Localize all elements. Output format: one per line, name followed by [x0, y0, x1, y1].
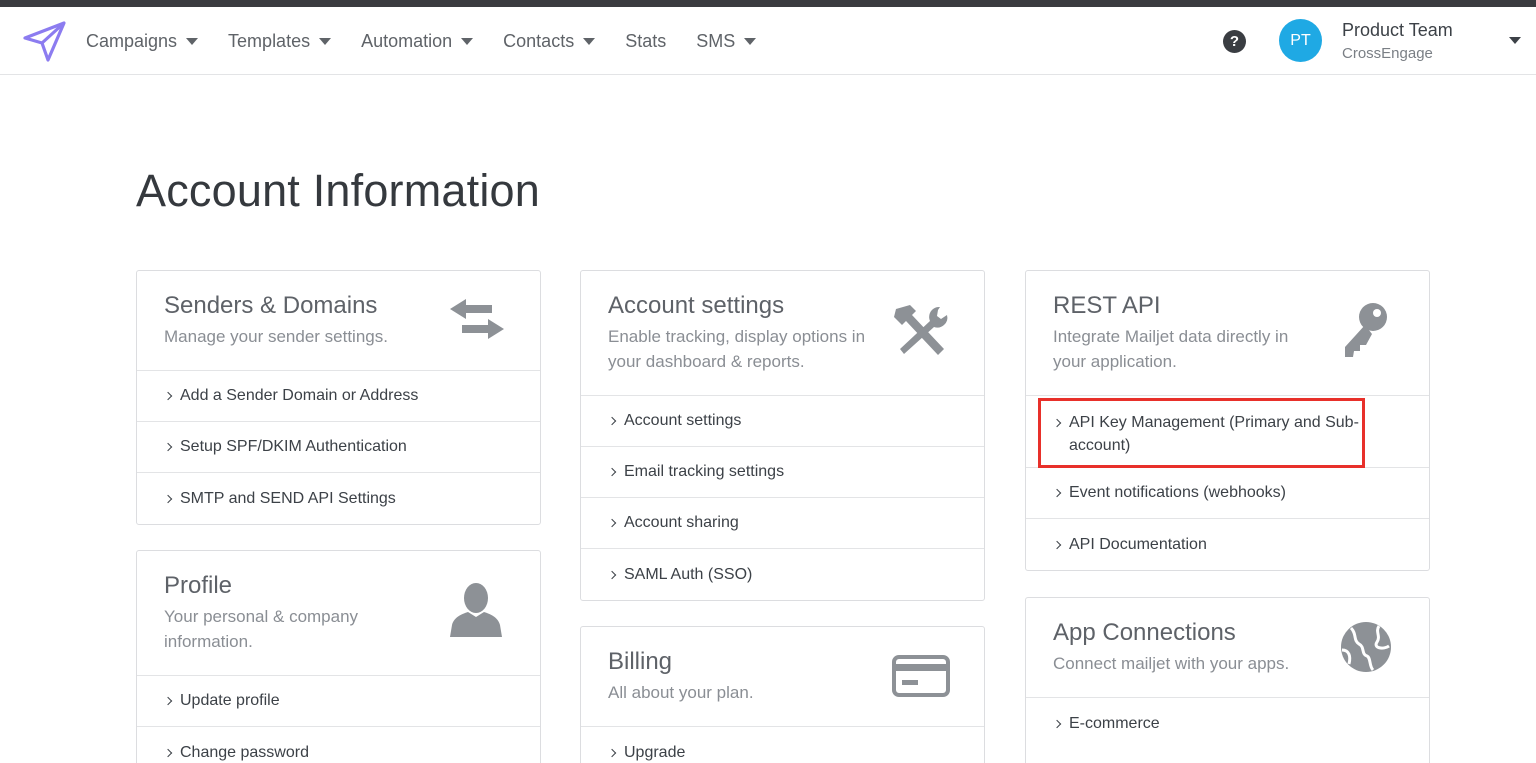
link-change-password[interactable]: Change password	[137, 727, 540, 763]
link-label: Change password	[180, 743, 309, 761]
nav-contacts-label: Contacts	[503, 30, 575, 51]
link-account-settings[interactable]: Account settings	[581, 396, 984, 447]
user-org: CrossEngage	[1342, 45, 1433, 62]
nav-sms[interactable]: SMS	[696, 30, 757, 52]
chevron-down-icon	[461, 37, 474, 45]
link-smtp-send-api[interactable]: SMTP and SEND API Settings	[137, 473, 540, 524]
nav-sms-label: SMS	[696, 30, 736, 51]
top-strip	[0, 0, 1536, 7]
card-profile: Profile Your personal & company informat…	[136, 550, 541, 763]
link-label: Account sharing	[624, 514, 739, 531]
link-label: SMTP and SEND API Settings	[180, 489, 396, 507]
link-update-profile[interactable]: Update profile	[137, 676, 540, 727]
card-senders-domains: Senders & Domains Manage your sender set…	[136, 270, 541, 525]
key-icon	[1345, 303, 1387, 357]
user-name[interactable]: Product Team	[1342, 20, 1453, 41]
nav-stats[interactable]: Stats	[625, 31, 666, 52]
card-header: Senders & Domains Manage your sender set…	[137, 271, 540, 371]
link-email-tracking[interactable]: Email tracking settings	[581, 447, 984, 498]
user-silhouette-icon	[450, 583, 502, 637]
link-label: Update profile	[180, 692, 280, 709]
link-label: Account settings	[624, 412, 742, 429]
page-title: Account Information	[136, 165, 541, 216]
main-nav: Campaigns Templates Automation Contacts …	[86, 7, 786, 75]
link-saml-auth[interactable]: SAML Auth (SSO)	[581, 549, 984, 600]
chevron-down-icon	[583, 37, 596, 45]
nav-automation-label: Automation	[361, 30, 453, 51]
card-header: Billing All about your plan.	[581, 627, 984, 727]
card-billing: Billing All about your plan. Upgrade	[580, 626, 985, 763]
user-menu-chevron-icon[interactable]	[1509, 37, 1521, 44]
globe-icon	[1341, 622, 1391, 672]
link-event-notifications[interactable]: Event notifications (webhooks)	[1026, 468, 1429, 519]
transfer-arrows-icon	[450, 299, 504, 339]
link-label: API Documentation	[1069, 535, 1207, 553]
nav-templates[interactable]: Templates	[228, 30, 332, 52]
avatar[interactable]: PT	[1279, 19, 1322, 62]
link-upgrade[interactable]: Upgrade	[581, 727, 984, 763]
card-description: Integrate Mailjet data directly in your …	[1053, 327, 1289, 371]
link-label: API Key Management (Primary and Sub-acco…	[1069, 414, 1359, 454]
card-header: App Connections Connect mailjet with you…	[1026, 598, 1429, 698]
card-header: REST API Integrate Mailjet data directly…	[1026, 271, 1429, 396]
card-app-connections: App Connections Connect mailjet with you…	[1025, 597, 1430, 763]
nav-contacts[interactable]: Contacts	[503, 30, 596, 52]
link-label: E-commerce	[1069, 714, 1160, 732]
link-label: Event notifications (webhooks)	[1069, 484, 1286, 501]
card-description: All about your plan.	[608, 683, 754, 702]
link-label: Upgrade	[624, 743, 686, 761]
card-account-settings: Account settings Enable tracking, displa…	[580, 270, 985, 601]
chevron-down-icon	[319, 37, 332, 45]
help-icon[interactable]: ?	[1223, 30, 1246, 53]
mailjet-logo-icon[interactable]	[22, 19, 66, 63]
nav-campaigns[interactable]: Campaigns	[86, 30, 199, 52]
link-label: SAML Auth (SSO)	[624, 565, 753, 583]
card-header: Account settings Enable tracking, displa…	[581, 271, 984, 396]
card-description: Manage your sender settings.	[164, 327, 388, 346]
link-label: Add a Sender Domain or Address	[180, 387, 419, 404]
link-add-sender-domain[interactable]: Add a Sender Domain or Address	[137, 371, 540, 422]
link-api-key-management[interactable]: API Key Management (Primary and Sub-acco…	[1026, 396, 1429, 468]
link-label: Email tracking settings	[624, 463, 785, 480]
nav-stats-label: Stats	[625, 30, 667, 51]
card-description: Enable tracking, display options in your…	[608, 327, 866, 371]
top-navbar: Campaigns Templates Automation Contacts …	[0, 7, 1536, 75]
card-description: Connect mailjet with your apps.	[1053, 654, 1290, 673]
link-api-documentation[interactable]: API Documentation	[1026, 519, 1429, 570]
credit-card-icon	[892, 655, 950, 697]
link-setup-spf-dkim[interactable]: Setup SPF/DKIM Authentication	[137, 422, 540, 473]
card-header: Profile Your personal & company informat…	[137, 551, 540, 676]
chevron-down-icon	[744, 37, 757, 45]
link-e-commerce[interactable]: E-commerce	[1026, 698, 1429, 749]
nav-campaigns-label: Campaigns	[86, 30, 178, 51]
link-label: Setup SPF/DKIM Authentication	[180, 438, 407, 455]
card-description: Your personal & company information.	[164, 607, 359, 651]
tools-icon	[894, 305, 948, 355]
link-account-sharing[interactable]: Account sharing	[581, 498, 984, 549]
card-rest-api: REST API Integrate Mailjet data directly…	[1025, 270, 1430, 571]
nav-templates-label: Templates	[228, 30, 311, 51]
chevron-down-icon	[186, 37, 199, 45]
nav-automation[interactable]: Automation	[361, 30, 474, 52]
